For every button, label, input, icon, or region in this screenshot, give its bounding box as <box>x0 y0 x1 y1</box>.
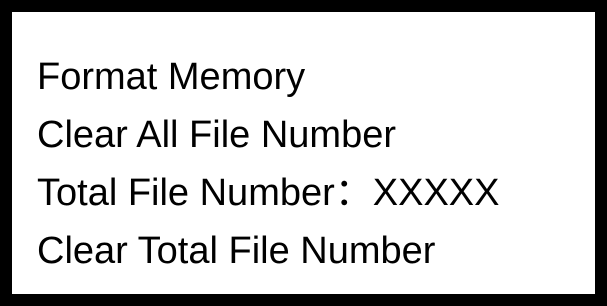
menu-item-format-memory[interactable]: Format Memory <box>37 48 500 106</box>
menu-list: Format Memory Clear All File Number Tota… <box>37 48 500 280</box>
lcd-screen-frame: Format Memory Clear All File Number Tota… <box>0 0 607 306</box>
menu-item-clear-all-file-number[interactable]: Clear All File Number <box>37 106 500 164</box>
menu-item-total-file-number: Total File Number：XXXXX <box>37 172 500 214</box>
menu-item-clear-total-file-number[interactable]: Clear Total File Number <box>37 222 500 280</box>
